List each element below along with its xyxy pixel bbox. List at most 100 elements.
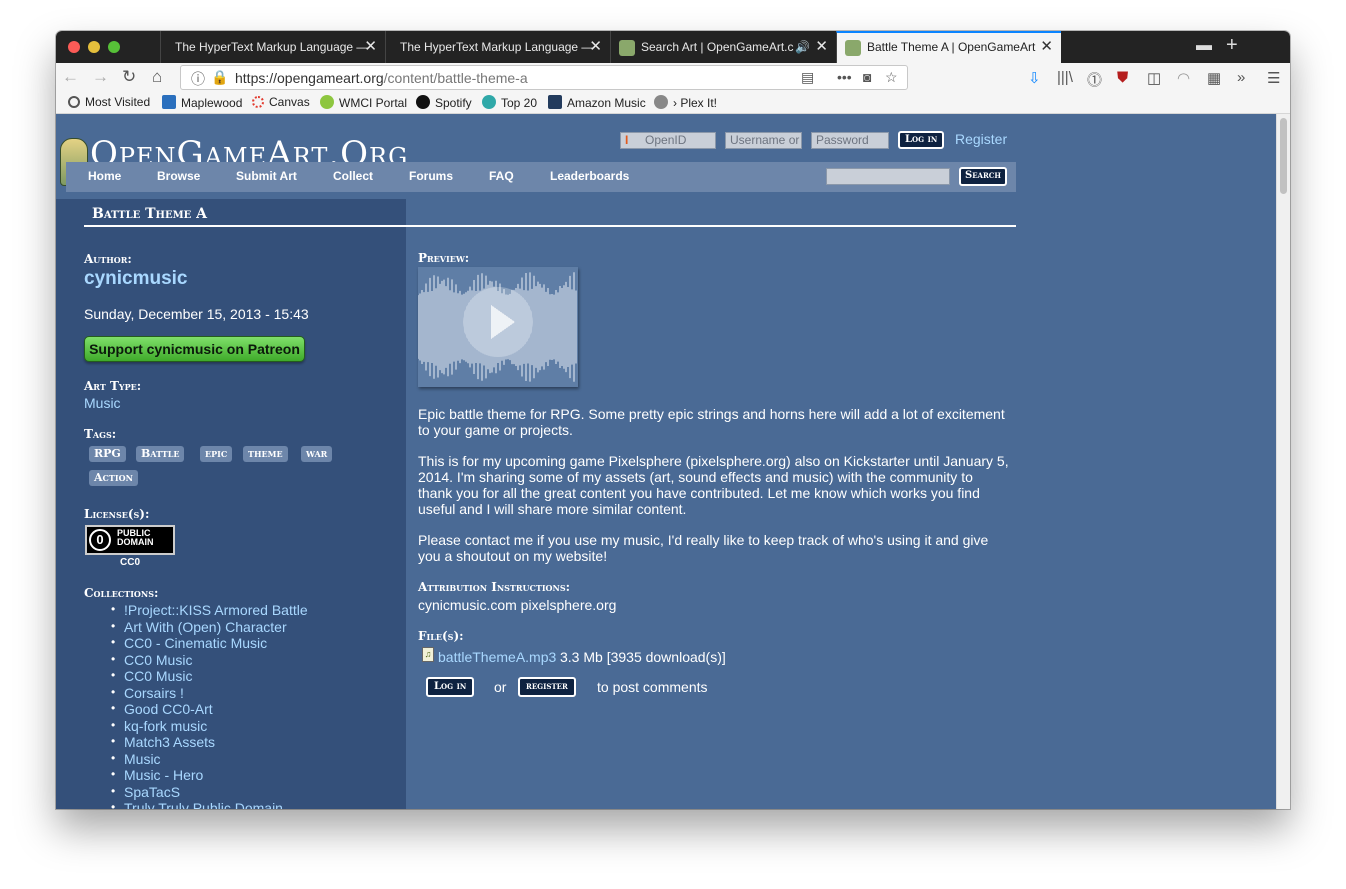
site-search-input[interactable] — [826, 168, 950, 185]
tag[interactable]: epic — [200, 446, 233, 462]
menu-leaderboards[interactable]: Leaderboards — [550, 169, 629, 183]
cc0-badge[interactable]: 0 PUBLIC DOMAIN — [85, 525, 175, 555]
collection-link[interactable]: Music — [106, 751, 308, 768]
audio-preview-player[interactable] — [418, 267, 578, 387]
reader-view-icon[interactable]: ▤ — [801, 69, 814, 86]
menu-faq[interactable]: FAQ — [489, 169, 514, 183]
close-icon[interactable]: ✕ — [364, 31, 377, 63]
tab-battle-theme[interactable]: Battle Theme A | OpenGameArt ✕ — [836, 31, 1061, 63]
collection-link[interactable]: Good CC0-Art — [106, 701, 308, 718]
minimize-window-button[interactable] — [88, 41, 100, 53]
file-info: 3.3 Mb [3935 download(s)] — [560, 649, 726, 665]
scrollbar-thumb[interactable] — [1280, 118, 1287, 194]
password-field[interactable]: Password — [811, 132, 889, 149]
lastpass-icon[interactable]: ⓵ — [1087, 69, 1102, 90]
close-icon[interactable]: ✕ — [589, 31, 602, 63]
speaker-icon[interactable]: 🔊 — [795, 31, 810, 63]
download-icon[interactable]: ⇩ — [1028, 69, 1041, 87]
private-tab-icon[interactable]: ▬ — [1196, 37, 1212, 55]
tab-title: The HyperText Markup Language — — [400, 40, 594, 54]
tab-search-art[interactable]: Search Art | OpenGameArt.c 🔊 ✕ — [610, 31, 836, 63]
tag[interactable]: Battle — [136, 446, 185, 462]
patreon-button[interactable]: Support cynicmusic on Patreon — [84, 336, 305, 362]
page-actions-icon[interactable]: ••• — [837, 69, 852, 85]
zoom-window-button[interactable] — [108, 41, 120, 53]
close-icon[interactable]: ✕ — [815, 31, 828, 63]
ghostery-icon[interactable]: ◠ — [1177, 69, 1190, 87]
home-icon[interactable]: ⌂ — [152, 67, 162, 87]
bookmark-amazon-music[interactable]: Amazon Music — [548, 95, 646, 110]
ublock-icon[interactable]: ⛊ — [1117, 69, 1128, 86]
close-icon[interactable]: ✕ — [1040, 33, 1053, 61]
site-search-button[interactable]: Search — [959, 167, 1007, 186]
file-download-link[interactable]: battleThemeA.mp3 — [438, 649, 556, 665]
bookmark-wmci[interactable]: WMCI Portal — [320, 95, 407, 110]
collection-link[interactable]: kq-fork music — [106, 718, 308, 735]
bookmark-maplewood[interactable]: Maplewood — [162, 95, 242, 110]
post-date: Sunday, December 15, 2013 - 15:43 — [84, 306, 309, 322]
tab-html-1[interactable]: The HyperText Markup Language — ✕ — [160, 31, 385, 63]
bookmark-plex[interactable]: › Plex It! — [654, 95, 717, 110]
extensions-icon[interactable]: ▦ — [1207, 69, 1221, 87]
collection-link[interactable]: CC0 - Cinematic Music — [106, 635, 308, 652]
collection-link[interactable]: Art With (Open) Character — [106, 619, 308, 636]
tab-html-2[interactable]: The HyperText Markup Language — ✕ — [385, 31, 610, 63]
license-name: CC0 — [120, 557, 141, 568]
login-button[interactable]: Log in — [898, 131, 945, 149]
collection-link[interactable]: Match3 Assets — [106, 734, 308, 751]
or-text: or — [494, 679, 507, 695]
sidebar-icon[interactable]: ◫ — [1147, 69, 1161, 87]
new-tab-icon[interactable]: + — [1226, 34, 1238, 57]
info-icon[interactable]: ⓘ — [191, 69, 205, 89]
menu-collect[interactable]: Collect — [333, 169, 373, 183]
tab-title: Battle Theme A | OpenGameArt — [867, 40, 1036, 54]
collection-link[interactable]: Music - Hero — [106, 767, 308, 784]
url-bar[interactable]: ⓘ 🔒 https://opengameart.org/content/batt… — [180, 65, 908, 90]
username-field[interactable]: Username or — [725, 132, 802, 149]
tag[interactable]: theme — [243, 446, 288, 462]
register-link[interactable]: Register — [955, 131, 1007, 147]
author-label: Author: — [84, 252, 132, 266]
collection-link[interactable]: Truly Truly Public Domain — [106, 800, 308, 809]
comment-login-button[interactable]: Log in — [426, 677, 475, 697]
openid-field[interactable]: I OpenID — [620, 132, 716, 149]
menu-icon[interactable]: ☰ — [1267, 69, 1280, 87]
collection-link[interactable]: SpaTacS — [106, 784, 308, 801]
collection-link[interactable]: !Project::KISS Armored Battle — [106, 602, 308, 619]
tag[interactable]: war — [301, 446, 333, 462]
openid-icon: I — [625, 133, 629, 147]
files-label: File(s): — [418, 629, 464, 643]
collection-link[interactable]: Corsairs ! — [106, 685, 308, 702]
collection-link[interactable]: CC0 Music — [106, 668, 308, 685]
reload-icon[interactable]: ↻ — [122, 67, 136, 87]
public-domain-icon: 0 — [89, 529, 111, 551]
main-menu: Home Browse Submit Art Collect Forums FA… — [66, 162, 1016, 192]
bookmark-most-visited[interactable]: Most Visited — [68, 95, 150, 109]
pocket-icon[interactable]: ◙ — [863, 69, 871, 85]
tag[interactable]: RPG — [89, 446, 126, 462]
menu-forums[interactable]: Forums — [409, 169, 453, 183]
author-link[interactable]: cynicmusic — [84, 268, 188, 290]
bookmark-top20[interactable]: Top 20 — [482, 95, 537, 110]
forward-icon[interactable]: → — [92, 67, 109, 87]
bookmark-star-icon[interactable]: ☆ — [885, 69, 898, 86]
audio-file-icon: ♫ — [422, 647, 434, 662]
menu-home[interactable]: Home — [88, 169, 121, 183]
art-type-link[interactable]: Music — [84, 395, 121, 411]
comment-register-button[interactable]: register — [518, 677, 576, 697]
bookmark-spotify[interactable]: Spotify — [416, 95, 472, 110]
page-scrollbar[interactable] — [1276, 114, 1290, 809]
tags-label: Tags: — [84, 427, 117, 441]
close-window-button[interactable] — [68, 41, 80, 53]
overflow-icon[interactable]: » — [1237, 69, 1245, 86]
tag[interactable]: Action — [89, 470, 138, 486]
post-comments-text: to post comments — [597, 679, 708, 695]
back-icon[interactable]: ← — [62, 67, 79, 87]
collection-link[interactable]: CC0 Music — [106, 652, 308, 669]
library-icon[interactable]: |||\ — [1057, 69, 1073, 86]
bookmark-canvas[interactable]: Canvas — [252, 95, 310, 109]
play-icon[interactable] — [463, 287, 533, 357]
menu-submit-art[interactable]: Submit Art — [236, 169, 297, 183]
globe-icon — [654, 95, 668, 109]
menu-browse[interactable]: Browse — [157, 169, 200, 183]
